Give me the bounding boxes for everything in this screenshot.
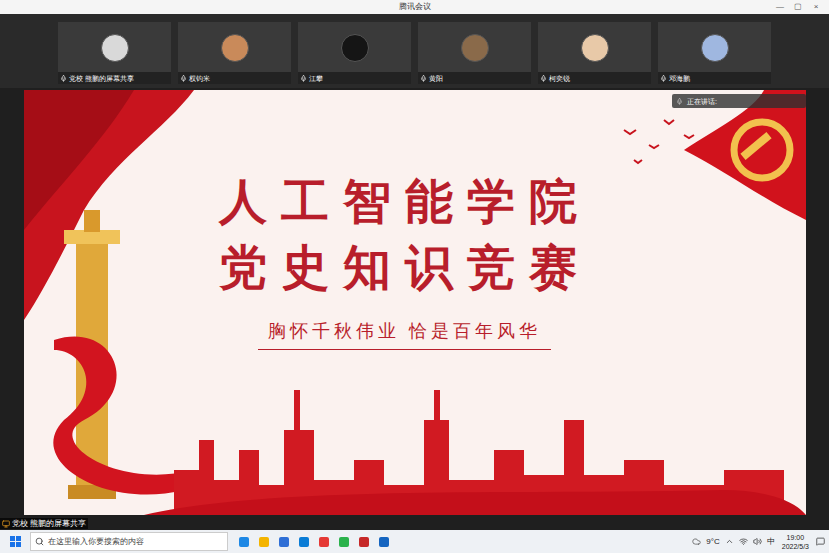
windows-logo-icon: [10, 536, 21, 547]
participant-name: 党校 熊鹏的屏幕共享: [69, 75, 134, 82]
share-label: 党校 熊鹏的屏幕共享: [0, 518, 88, 529]
screen-share-icon: [2, 520, 10, 528]
weather-text: 9°C: [706, 538, 719, 546]
participant-name: 江攀: [309, 75, 323, 82]
participant-name-bar: 邓海鹏: [658, 72, 771, 84]
participant-avatar: [701, 34, 729, 62]
participant-strip: 党校 熊鹏的屏幕共享 权钧米 江攀 黄阳 柯奕锐 邓海鹏: [0, 14, 829, 88]
microphone-icon: [540, 75, 547, 82]
participant-avatar: [341, 34, 369, 62]
network-icon[interactable]: [739, 537, 748, 546]
microphone-icon: [60, 75, 67, 82]
clock-date: 2022/5/3: [782, 542, 809, 551]
app-icon[interactable]: [278, 536, 290, 548]
slide: 人工智能学院党史知识竞赛胸怀千秋伟业 恰是百年风华: [24, 90, 806, 515]
app-icon[interactable]: [258, 536, 270, 548]
tray-expand-icon[interactable]: [725, 537, 734, 546]
participant-avatar: [461, 34, 489, 62]
app-icon[interactable]: [338, 536, 350, 548]
window-control-button[interactable]: ×: [807, 3, 825, 11]
window-title: 腾讯会议: [0, 3, 829, 11]
microphone-icon: [676, 98, 683, 105]
participant-name: 柯奕锐: [549, 75, 570, 82]
participant-tile[interactable]: 党校 熊鹏的屏幕共享: [58, 22, 171, 84]
participant-name-bar: 江攀: [298, 72, 411, 84]
microphone-icon: [300, 75, 307, 82]
participant-avatar: [101, 34, 129, 62]
start-button[interactable]: [0, 530, 30, 553]
participant-name-bar: 黄阳: [418, 72, 531, 84]
participant-name-bar: 权钧米: [178, 72, 291, 84]
slide-title-line: 党史知识竞赛: [219, 234, 591, 300]
window-control-button[interactable]: —: [771, 3, 789, 11]
app-icon[interactable]: [238, 536, 250, 548]
microphone-icon: [180, 75, 187, 82]
participant-tile[interactable]: 权钧米: [178, 22, 291, 84]
participant-tile[interactable]: 江攀: [298, 22, 411, 84]
participant-tile[interactable]: 柯奕锐: [538, 22, 651, 84]
participant-avatar: [581, 34, 609, 62]
window-controls: —▢×: [771, 0, 825, 14]
slide-content: 人工智能学院党史知识竞赛胸怀千秋伟业 恰是百年风华: [24, 90, 806, 350]
app-icon[interactable]: [378, 536, 390, 548]
participant-tile[interactable]: 黄阳: [418, 22, 531, 84]
participant-tile[interactable]: 邓海鹏: [658, 22, 771, 84]
participant-name-bar: 柯奕锐: [538, 72, 651, 84]
search-box[interactable]: 在这里输入你要搜索的内容: [30, 532, 228, 551]
clock[interactable]: 19:002022/5/3: [780, 533, 811, 551]
app: 腾讯会议—▢× 党校 熊鹏的屏幕共享 权钧米 江攀 黄阳 柯奕锐 邓海鹏人工智能学院党史知识…: [0, 0, 829, 553]
window-control-button[interactable]: ▢: [789, 3, 807, 11]
taskbar-apps: [228, 536, 390, 548]
weather-icon: [692, 537, 701, 546]
slide-decoration: [24, 90, 806, 515]
slide-title-line: 人工智能学院: [219, 168, 591, 234]
volume-icon[interactable]: [753, 537, 762, 546]
participant-name-bar: 党校 熊鹏的屏幕共享: [58, 72, 171, 84]
participant-name: 权钧米: [189, 75, 210, 82]
speaking-label: 正在讲话:: [687, 98, 717, 105]
notification-icon[interactable]: [816, 537, 825, 546]
slide-subtitle: 胸怀千秋伟业 恰是百年风华: [258, 318, 551, 350]
shared-screen-area: 人工智能学院党史知识竞赛胸怀千秋伟业 恰是百年风华正在讲话:党校 熊鹏的屏幕共享: [0, 88, 829, 530]
participant-avatar: [221, 34, 249, 62]
app-icon[interactable]: [298, 536, 310, 548]
app-icon[interactable]: [318, 536, 330, 548]
taskbar: 在这里输入你要搜索的内容 9°C 中 19:002022/5/3: [0, 530, 829, 553]
title-bar: 腾讯会议—▢×: [0, 0, 829, 14]
clock-time: 19:00: [787, 533, 805, 542]
app-icon[interactable]: [358, 536, 370, 548]
ime-indicator[interactable]: 中: [767, 538, 775, 546]
speaking-indicator: 正在讲话:: [672, 94, 806, 108]
participant-name: 黄阳: [429, 75, 443, 82]
participant-name: 邓海鹏: [669, 75, 690, 82]
search-placeholder: 在这里输入你要搜索的内容: [48, 538, 144, 546]
microphone-icon: [660, 75, 667, 82]
microphone-icon: [420, 75, 427, 82]
search-icon: [35, 537, 44, 546]
share-label-text: 党校 熊鹏的屏幕共享: [12, 520, 86, 528]
system-tray: 9°C 中 19:002022/5/3: [692, 533, 829, 551]
